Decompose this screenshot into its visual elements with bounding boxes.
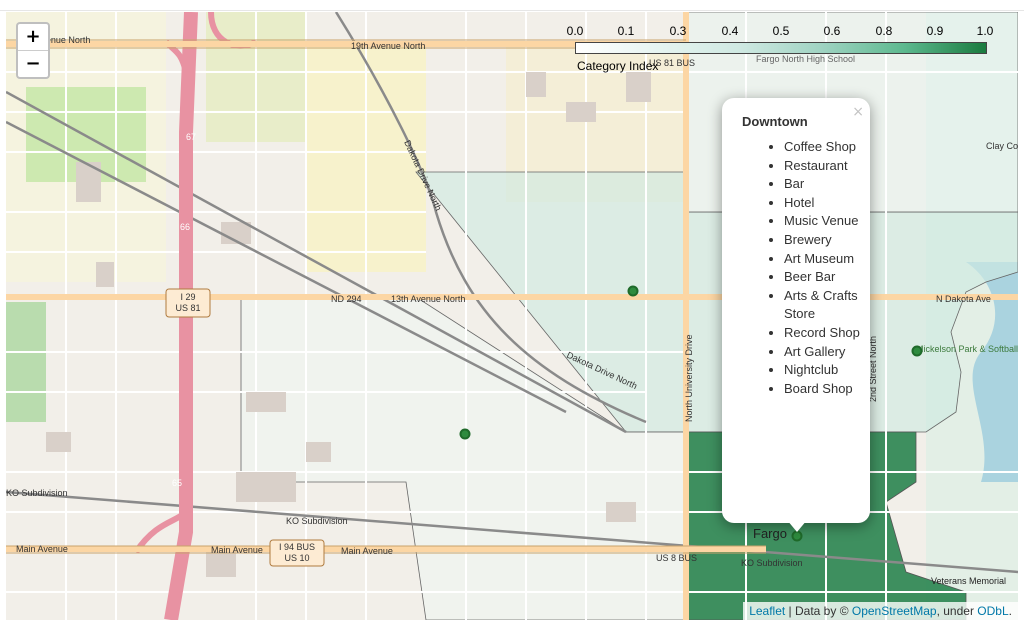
list-item: Arts & Crafts Store	[784, 287, 874, 324]
label-13th: 13th Avenue North	[391, 294, 465, 304]
legend-color-bar	[575, 42, 987, 54]
list-item: Nightclub	[784, 361, 874, 380]
marker-popup: × Downtown Coffee Shop Restaurant Bar Ho…	[722, 98, 870, 532]
list-item: Record Shop	[784, 324, 874, 343]
legend-tick: 0.5	[772, 24, 790, 38]
marker-downtown[interactable]	[791, 530, 803, 542]
label-main-east: Main Avenue	[341, 546, 393, 556]
legend-tick: 0.3	[669, 24, 687, 38]
top-bar	[0, 0, 1024, 11]
list-item: Music Venue	[784, 212, 874, 231]
attribution-under: , under	[936, 604, 978, 618]
list-item: Coffee Shop	[784, 138, 874, 157]
attribution-sep: | Data by ©	[785, 604, 852, 618]
legend-ticks: 0.0 0.1 0.3 0.4 0.5 0.6 0.8 0.9 1.0	[567, 24, 994, 38]
list-item: Brewery	[784, 231, 874, 250]
popup-close-button[interactable]: ×	[852, 104, 864, 120]
marker-north-central[interactable]	[627, 285, 639, 297]
popup-title: Downtown	[742, 114, 808, 129]
zoom-control: + −	[16, 22, 50, 79]
label-fargo: Fargo	[753, 526, 787, 541]
shield-i94-text: I 94 BUS	[279, 542, 315, 552]
shield-i94-us10: I 94 BUS US 10	[269, 539, 325, 567]
legend-tick: 0.9	[926, 24, 944, 38]
attribution-end: .	[1008, 604, 1012, 618]
zoom-out-button[interactable]: −	[18, 50, 48, 77]
label-mile-67: 67	[186, 132, 196, 142]
marker-west[interactable]	[459, 428, 471, 440]
label-clay-co: Clay Co.	[986, 141, 1018, 151]
label-mile-66: 66	[180, 222, 190, 232]
app-frame: 19th Avenue North 19th Avenue North 13th…	[0, 0, 1024, 623]
legend-tick: 0.8	[875, 24, 893, 38]
shield-i29-text: I 29	[180, 292, 195, 302]
legend-tick: 1.0	[976, 24, 994, 38]
label-main-west: Main Avenue	[16, 544, 68, 554]
colormap-legend: 0.0 0.1 0.3 0.4 0.5 0.6 0.8 0.9 1.0 Cate…	[567, 24, 994, 84]
grass-area-3	[6, 302, 46, 422]
label-north-univ: North University Drive	[684, 334, 694, 422]
shield-us81-text: US 81	[175, 303, 200, 313]
list-item: Restaurant	[784, 157, 874, 176]
label-main-mid: Main Avenue	[211, 545, 263, 555]
zoom-in-button[interactable]: +	[18, 24, 48, 50]
shield-us10-text: US 10	[284, 553, 309, 563]
list-item: Board Shop	[784, 380, 874, 399]
list-item: Art Gallery	[784, 343, 874, 362]
legend-tick: 0.4	[721, 24, 739, 38]
label-us8-bus: US 8 BUS	[656, 553, 697, 563]
list-item: Bar	[784, 175, 874, 194]
legend-caption: Category Index	[577, 59, 659, 73]
list-item: Art Museum	[784, 250, 874, 269]
label-park: Mickelson Park & Softball Fields	[916, 344, 1018, 354]
label-mile-65: 65	[172, 478, 182, 488]
attribution-bar: Leaflet | Data by © OpenStreetMap, under…	[743, 602, 1018, 620]
popup-category-list: Coffee Shop Restaurant Bar Hotel Music V…	[742, 138, 874, 398]
list-item: Beer Bar	[784, 268, 874, 287]
leaflet-link[interactable]: Leaflet	[749, 604, 785, 618]
legend-tick: 0.6	[823, 24, 841, 38]
list-item: Hotel	[784, 194, 874, 213]
label-ko-mid: KO Subdivision	[286, 516, 348, 526]
osm-link[interactable]: OpenStreetMap	[852, 604, 937, 618]
label-nd-dakota: N Dakota Ave	[936, 294, 991, 304]
label-ko-west: KO Subdivision	[6, 488, 68, 498]
marker-east[interactable]	[911, 345, 923, 357]
label-veterans: Veterans Memorial	[931, 576, 1006, 586]
label-nd294: ND 294	[331, 294, 362, 304]
odbl-link[interactable]: ODbL	[977, 604, 1008, 618]
label-ko-east: KO Subdivision	[741, 558, 803, 568]
popup-tip	[787, 520, 807, 532]
map-container[interactable]: 19th Avenue North 19th Avenue North 13th…	[6, 12, 1018, 620]
legend-tick: 0.1	[617, 24, 635, 38]
shield-i29-us81: I 29 US 81	[165, 288, 211, 318]
legend-tick: 0.0	[566, 24, 584, 38]
label-19th-mid: 19th Avenue North	[351, 41, 425, 51]
